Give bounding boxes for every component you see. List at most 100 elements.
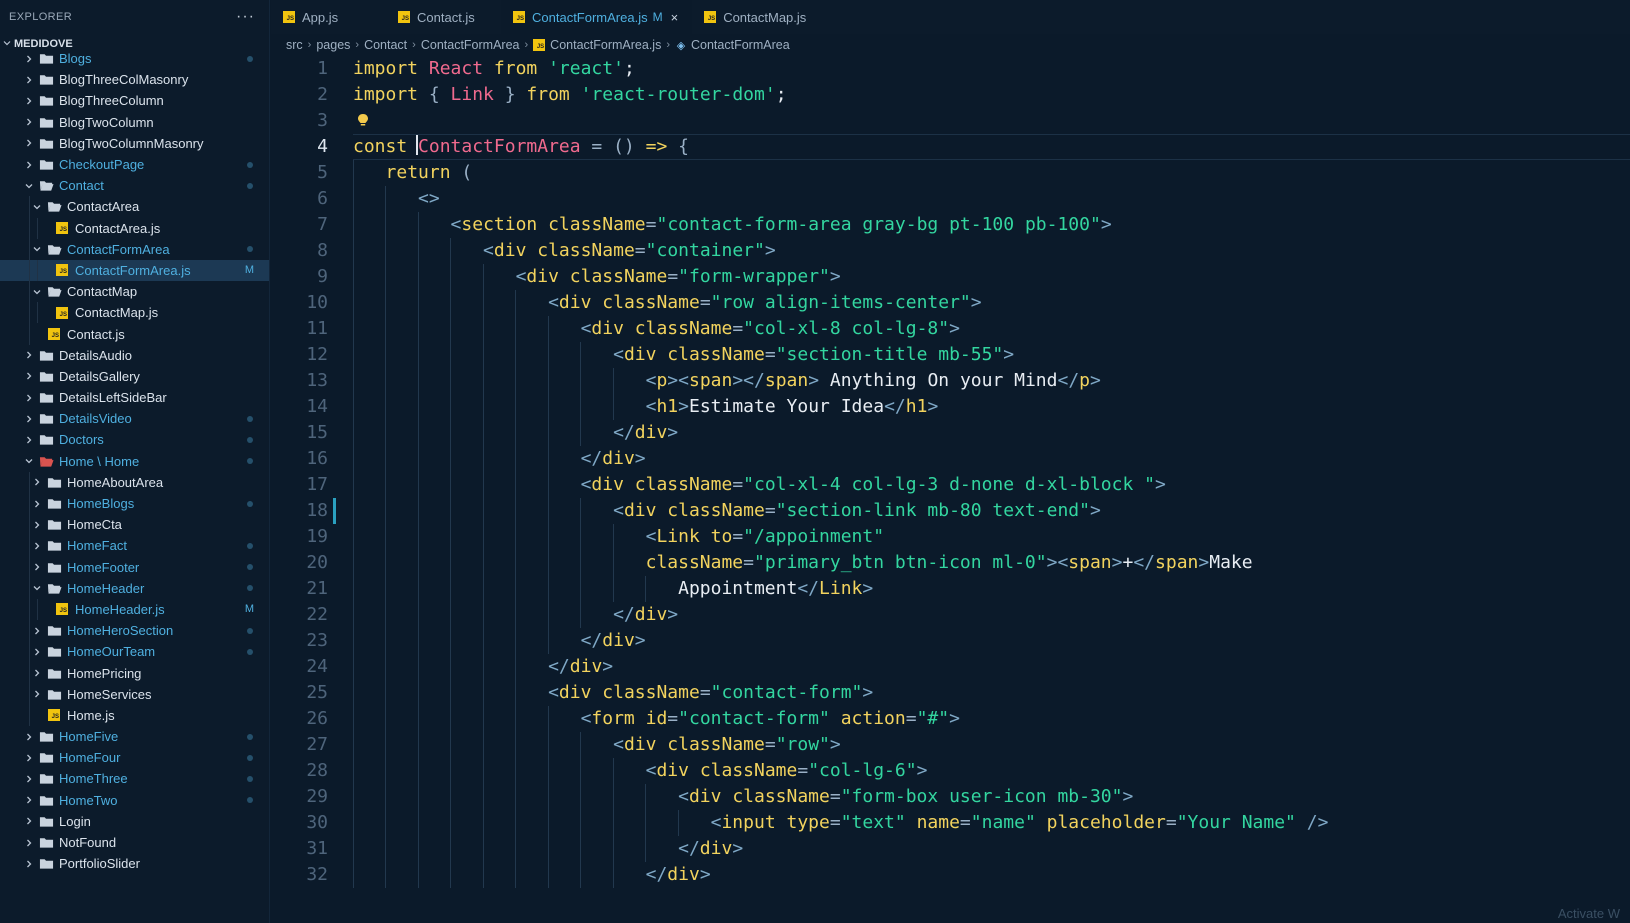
- chevron-right-icon[interactable]: [30, 497, 44, 511]
- tree-folder-item[interactable]: PortfolioSlider: [0, 853, 269, 874]
- tree-folder-item[interactable]: HomeHeroSection: [0, 620, 269, 642]
- tree-folder-item[interactable]: DetailsLeftSideBar: [0, 387, 269, 408]
- tree-folder-item[interactable]: CheckoutPage: [0, 154, 269, 175]
- code-line[interactable]: 27 <div className="row">: [271, 732, 1630, 758]
- chevron-right-icon[interactable]: [30, 624, 44, 638]
- tree-folder-item[interactable]: DetailsVideo: [0, 408, 269, 429]
- chevron-right-icon[interactable]: [22, 369, 36, 383]
- breadcrumb-symbol[interactable]: ContactFormArea: [691, 38, 790, 52]
- close-icon[interactable]: ×: [671, 10, 679, 25]
- code-line[interactable]: 17 <div className="col-xl-4 col-lg-3 d-n…: [271, 472, 1630, 498]
- tree-folder-item[interactable]: HomeThree: [0, 768, 269, 789]
- tree-folder-item[interactable]: Contact: [0, 175, 269, 196]
- tree-file-item[interactable]: JS HomeHeader.js M: [0, 598, 269, 621]
- code-line[interactable]: 8 <div className="container">: [271, 238, 1630, 264]
- chevron-right-icon[interactable]: [22, 158, 36, 172]
- code-line[interactable]: 10 <div className="row align-items-cente…: [271, 290, 1630, 316]
- tree-file-item[interactable]: JS ContactFormArea.js M: [0, 259, 269, 282]
- breadcrumb-item[interactable]: src: [286, 38, 303, 52]
- code-line[interactable]: 20 className="primary_btn btn-icon ml-0"…: [271, 550, 1630, 576]
- editor-tab[interactable]: JS ContactMap.js: [692, 0, 820, 34]
- chevron-right-icon[interactable]: [30, 666, 44, 680]
- code-line[interactable]: 28 <div className="col-lg-6">: [271, 758, 1630, 784]
- tree-folder-item[interactable]: HomeFour: [0, 747, 269, 768]
- code-line[interactable]: 5 return (: [271, 160, 1630, 186]
- tree-folder-item[interactable]: HomeAboutArea: [0, 471, 269, 493]
- tree-folder-item[interactable]: ContactArea: [0, 196, 269, 218]
- code-line[interactable]: 2 import { Link } from 'react-router-dom'…: [271, 82, 1630, 108]
- code-line[interactable]: 30 <input type="text" name="name" placeh…: [271, 810, 1630, 836]
- code-line[interactable]: 24 </div>: [271, 654, 1630, 680]
- code-line[interactable]: 31 </div>: [271, 836, 1630, 862]
- chevron-down-icon[interactable]: [30, 285, 44, 299]
- tree-folder-item[interactable]: BlogTwoColumnMasonry: [0, 133, 269, 154]
- tree-folder-item[interactable]: HomeHeader: [0, 577, 269, 599]
- chevron-right-icon[interactable]: [22, 136, 36, 150]
- tree-folder-item[interactable]: Home \ Home: [0, 451, 269, 472]
- tree-folder-item[interactable]: BlogTwoColumn: [0, 112, 269, 133]
- code-line[interactable]: 9 <div className="form-wrapper">: [271, 264, 1630, 290]
- chevron-right-icon[interactable]: [22, 836, 36, 850]
- chevron-right-icon[interactable]: [22, 412, 36, 426]
- code-line[interactable]: 29 <div className="form-box user-icon mb…: [271, 784, 1630, 810]
- chevron-down-icon[interactable]: [22, 454, 36, 468]
- code-line[interactable]: 6 <>: [271, 186, 1630, 212]
- code-line[interactable]: 18 <div className="section-link mb-80 te…: [271, 498, 1630, 524]
- breadcrumb-item[interactable]: pages: [316, 38, 350, 52]
- code-line[interactable]: 14 <h1>Estimate Your Idea</h1>: [271, 394, 1630, 420]
- chevron-right-icon[interactable]: [22, 772, 36, 786]
- tree-folder-item[interactable]: HomeFive: [0, 726, 269, 747]
- chevron-right-icon[interactable]: [22, 793, 36, 807]
- tree-folder-item[interactable]: HomeOurTeam: [0, 641, 269, 663]
- chevron-right-icon[interactable]: [30, 560, 44, 574]
- chevron-right-icon[interactable]: [30, 539, 44, 553]
- code-line[interactable]: 7 <section className="contact-form-area …: [271, 212, 1630, 238]
- chevron-right-icon[interactable]: [22, 348, 36, 362]
- code-line[interactable]: 11 <div className="col-xl-8 col-lg-8">: [271, 316, 1630, 342]
- breadcrumb-item[interactable]: ContactFormArea: [421, 38, 520, 52]
- chevron-right-icon[interactable]: [22, 433, 36, 447]
- lightbulb-icon[interactable]: [356, 113, 370, 129]
- editor-tab[interactable]: JS App.js: [271, 0, 386, 34]
- tree-folder-item[interactable]: HomeBlogs: [0, 492, 269, 515]
- chevron-down-icon[interactable]: [30, 200, 44, 214]
- tree-folder-item[interactable]: HomeFact: [0, 535, 269, 557]
- code-line[interactable]: 22 </div>: [271, 602, 1630, 628]
- tree-folder-item[interactable]: HomeServices: [0, 683, 269, 705]
- chevron-right-icon[interactable]: [22, 73, 36, 87]
- more-actions-icon[interactable]: ···: [236, 8, 255, 26]
- tree-folder-item[interactable]: ContactFormArea: [0, 238, 269, 260]
- tree-folder-item[interactable]: BlogThreeColMasonry: [0, 69, 269, 90]
- breadcrumb-item[interactable]: Contact: [364, 38, 407, 52]
- code-line[interactable]: 15 </div>: [271, 420, 1630, 446]
- chevron-down-icon[interactable]: [22, 179, 36, 193]
- tree-folder-item[interactable]: NotFound: [0, 832, 269, 853]
- chevron-right-icon[interactable]: [30, 687, 44, 701]
- chevron-right-icon[interactable]: [22, 391, 36, 405]
- tree-folder-item[interactable]: Doctors: [0, 429, 269, 450]
- code-line[interactable]: 23 </div>: [271, 628, 1630, 654]
- code-line[interactable]: 3: [271, 108, 1630, 134]
- tree-file-item[interactable]: JS Home.js: [0, 704, 269, 726]
- code-line[interactable]: 26 <form id="contact-form" action="#">: [271, 706, 1630, 732]
- tree-folder-item[interactable]: HomePricing: [0, 662, 269, 684]
- code-line[interactable]: 25 <div className="contact-form">: [271, 680, 1630, 706]
- breadcrumb-file[interactable]: ContactFormArea.js: [550, 38, 661, 52]
- chevron-right-icon[interactable]: [22, 751, 36, 765]
- code-line[interactable]: 12 <div className="section-title mb-55">: [271, 342, 1630, 368]
- chevron-right-icon[interactable]: [22, 814, 36, 828]
- tree-file-item[interactable]: JS ContactArea.js: [0, 217, 269, 239]
- chevron-right-icon[interactable]: [30, 518, 44, 532]
- tree-folder-item[interactable]: HomeTwo: [0, 790, 269, 811]
- chevron-down-icon[interactable]: [30, 581, 44, 595]
- editor-tab[interactable]: JS ContactFormArea.js M ×: [501, 0, 693, 34]
- code-line[interactable]: 4 const ContactFormArea = () => {: [271, 134, 1630, 160]
- chevron-right-icon[interactable]: [22, 857, 36, 871]
- tree-folder-item[interactable]: DetailsGallery: [0, 366, 269, 387]
- code-line[interactable]: 13 <p><span></span> Anything On your Min…: [271, 368, 1630, 394]
- tree-folder-item[interactable]: HomeCta: [0, 514, 269, 536]
- tree-folder-item[interactable]: Login: [0, 811, 269, 832]
- code-line[interactable]: 32 </div>: [271, 862, 1630, 888]
- code-line[interactable]: 19 <Link to="/appoinment": [271, 524, 1630, 550]
- chevron-right-icon[interactable]: [30, 475, 44, 489]
